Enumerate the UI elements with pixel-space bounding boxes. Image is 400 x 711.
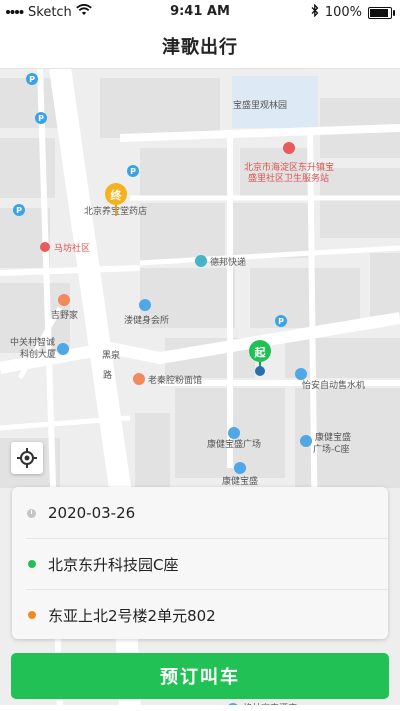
poi-label: 中关村智诚 [10,336,55,348]
poi-label: 路 [103,369,112,381]
nav-bar: 津歌出行 [0,24,400,69]
poi-label: 宝盛里观林园 [233,99,287,111]
poi-label: 广场-C座 [313,443,350,455]
svg-text:P: P [130,167,136,176]
status-bar: Sketch 9:41 AM 100% [0,0,400,24]
delivery-icon [195,255,207,267]
svg-text:P: P [29,75,35,84]
trip-origin: 北京东升科技园C座 [48,555,179,574]
poi-label: 溇健身会所 [124,314,169,326]
book-ride-button[interactable]: 预订叫车 [11,653,389,699]
water-machine-icon [295,368,307,380]
poi-label: 德邦快递 [210,256,246,268]
parking-icon: P [13,204,25,216]
bottom-strip [0,705,400,711]
building-icon [57,343,69,355]
origin-marker-label: 起 [254,345,267,359]
poi-label: 怡安自动售水机 [302,379,365,391]
poi-label: 康健宝盛广场 [207,438,261,450]
noodle-shop-icon [133,373,145,385]
destination-marker-label: 终 [111,188,123,202]
battery-icon [368,6,395,19]
parking-icon: P [127,165,139,177]
destination-dot-icon [28,611,36,619]
locate-me-button[interactable] [11,442,43,474]
poi-label: 吉野家 [51,309,78,321]
trip-origin-row[interactable]: 北京东升科技园C座 [12,539,388,589]
trip-destination-row[interactable]: 东亚上北2号楼2单元802 [12,590,388,640]
community-icon [40,242,50,252]
parking-icon: P [35,112,47,124]
origin-dot-icon [28,560,36,568]
battery-fill [370,8,388,17]
hospital-icon [283,142,295,154]
plaza-b-icon [234,462,246,474]
bluetooth-icon [311,3,319,21]
parking-icon: P [275,315,287,327]
poi-label: 马坊社区 [54,242,90,254]
svg-text:P: P [278,317,284,326]
plaza-icon [228,427,240,439]
trip-destination: 东亚上北2号楼2单元802 [48,606,216,625]
trip-card: 2020-03-26 北京东升科技园C座 东亚上北2号楼2单元802 [12,487,388,639]
poi-label: 康健宝盛 [222,475,258,487]
status-right: 100% [311,3,395,21]
battery-percent: 100% [324,5,362,20]
parking-icon: P [26,73,38,85]
page-title: 津歌出行 [162,37,238,58]
svg-text:P: P [16,206,22,215]
poi-label: 老秦腔粉面馆 [148,374,202,386]
plaza-c-icon [300,435,312,447]
poi-label: 康健宝盛 [315,431,351,443]
restaurant-icon [58,294,70,306]
poi-label: 黑泉 [102,349,120,361]
poi-label: 科创大厦 [20,348,56,360]
trip-date: 2020-03-26 [48,504,136,522]
svg-text:P: P [38,114,44,123]
gym-icon [139,299,151,311]
trip-date-row[interactable]: 2020-03-26 [12,488,388,538]
crosshair-icon [17,448,37,468]
poi-label: 盛里社区卫生服务站 [248,172,329,184]
clock-icon [27,508,36,518]
poi-label: 北京市海淀区东升镇宝 [244,161,334,173]
